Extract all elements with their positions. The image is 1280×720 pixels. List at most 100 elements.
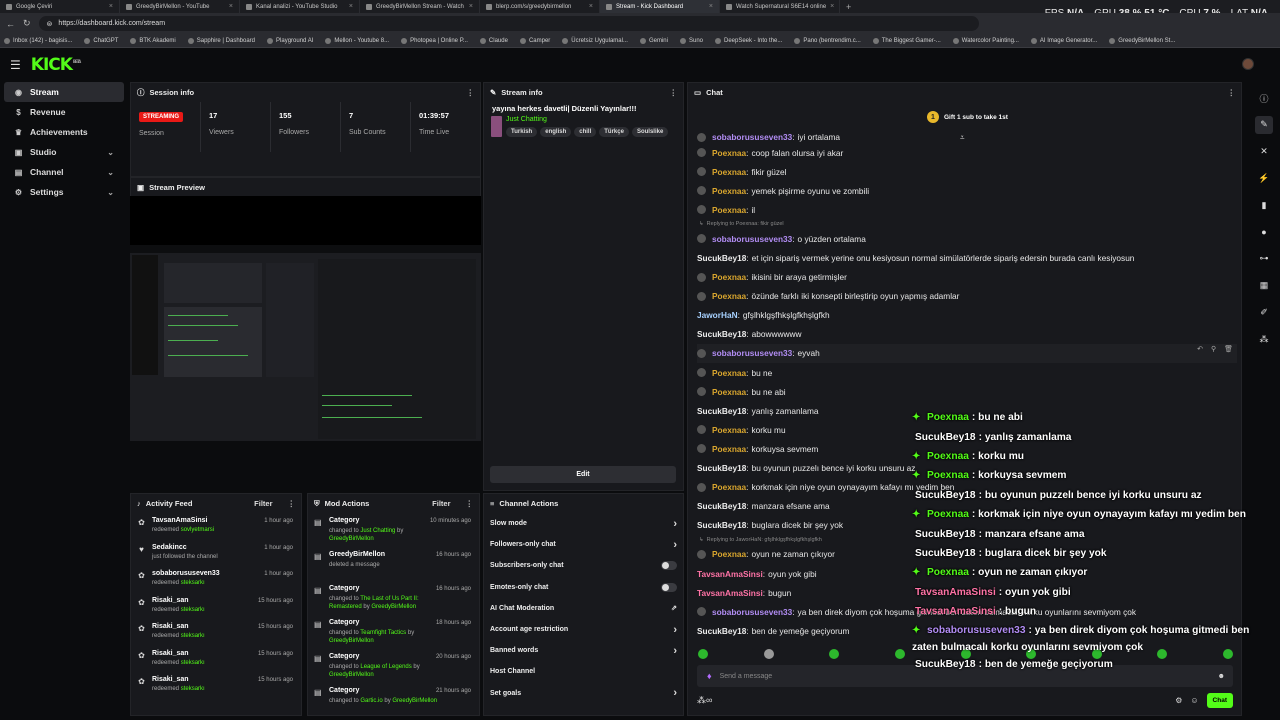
channel-action-banned-words[interactable]: Banned words › xyxy=(484,640,683,661)
chat-message[interactable]: Poexnaa: yemek pişirme oyunu ve zombili xyxy=(697,181,1237,200)
points-icon[interactable]: ⁂∞ xyxy=(697,695,712,706)
chat-username[interactable]: Poexnaa xyxy=(712,291,746,301)
chat-username[interactable]: Poexnaa xyxy=(712,444,746,454)
username[interactable]: TavsanAmaSinsi xyxy=(152,517,214,524)
bookmark-item[interactable]: Ücretsiz Uygulamal... xyxy=(562,37,628,44)
emote-icon[interactable] xyxy=(829,649,840,659)
chat-message[interactable]: Poexnaa: özünde farklı iki konsepti birle… xyxy=(697,287,1237,306)
back-icon[interactable]: ← xyxy=(6,19,15,29)
bookmark-item[interactable]: Playground AI xyxy=(267,37,313,44)
close-icon[interactable]: × xyxy=(589,3,593,10)
chat-username[interactable]: Poexnaa xyxy=(712,186,746,196)
more-icon[interactable]: ⋮ xyxy=(467,88,475,97)
username[interactable]: Risaki_san xyxy=(152,676,205,683)
moderator-name[interactable]: GreedyBirMellon xyxy=(392,698,437,704)
reload-icon[interactable]: ↻ xyxy=(23,18,31,29)
sidebar-item-achievements[interactable]: ♛ Achievements xyxy=(4,122,124,142)
share-icon[interactable]: ⁂ xyxy=(1255,330,1273,348)
chat-username[interactable]: Poexnaa xyxy=(712,205,746,215)
username[interactable]: sobaborususeven33 xyxy=(152,570,220,577)
calendar-icon[interactable]: ▦ xyxy=(1255,277,1273,295)
chat-message[interactable]: sobaborususeven33: eyvah xyxy=(697,343,1237,364)
chat-bubble-icon[interactable]: ● xyxy=(1255,223,1273,241)
category-name[interactable]: Just Chatting xyxy=(360,528,395,534)
more-icon[interactable]: ⋮ xyxy=(1228,88,1236,97)
chat-username[interactable]: TavsanAmaSinsi xyxy=(697,588,763,598)
close-icon[interactable]: × xyxy=(830,3,834,10)
toggle-switch[interactable] xyxy=(661,561,677,571)
bookmark-item[interactable]: Claude xyxy=(479,37,508,44)
chat-username[interactable]: Poexnaa xyxy=(712,387,746,397)
toggle-switch[interactable] xyxy=(661,582,677,592)
clipboard-icon[interactable]: ▮ xyxy=(1255,196,1273,214)
username[interactable]: Sedakincc xyxy=(152,544,218,551)
moderator-name[interactable]: GreedyBirMellon xyxy=(371,604,416,610)
reply-icon[interactable]: ↶ xyxy=(1197,345,1203,353)
layout-icon[interactable]: ✕ xyxy=(1255,143,1273,161)
bookmark-item[interactable]: ChatGPT xyxy=(84,37,118,44)
stream-tag[interactable]: Türkçe xyxy=(599,127,629,137)
username[interactable]: Risaki_san xyxy=(152,650,205,657)
browser-tab[interactable]: Stream - Kick Dashboard × xyxy=(600,0,720,13)
close-icon[interactable]: × xyxy=(709,3,713,10)
bookmark-item[interactable]: Suno xyxy=(679,37,703,44)
chat-username[interactable]: Poexnaa xyxy=(712,549,746,559)
chat-identity-icon[interactable]: ♦ xyxy=(707,671,712,681)
chat-message[interactable]: Poexnaa: bu ne abi xyxy=(697,382,1237,401)
close-icon[interactable]: × xyxy=(109,3,113,10)
chat-username[interactable]: Poexnaa xyxy=(712,425,746,435)
bookmark-item[interactable]: Inbox (142) - bagisis... xyxy=(4,37,72,44)
close-icon[interactable]: × xyxy=(349,3,353,10)
chat-message[interactable]: JaworHaN: gfşlhklgşfhkşlgfkhşlgfkh xyxy=(697,306,1237,325)
close-icon[interactable]: × xyxy=(469,3,473,10)
chat-username[interactable]: Poexnaa xyxy=(712,272,746,282)
stream-tag[interactable]: english xyxy=(540,127,572,137)
site-info-icon[interactable]: ⊜ xyxy=(47,20,53,28)
emote-icon[interactable] xyxy=(698,649,708,659)
bookmark-item[interactable]: BTK Akademi xyxy=(130,37,176,44)
chat-message[interactable]: SucukBey18: abowwwwww xyxy=(697,325,1237,344)
channel-action-subscribers-only-chat[interactable]: Subscribers-only chat xyxy=(484,555,683,576)
bookmark-item[interactable]: Camper xyxy=(519,37,550,44)
sidebar-item-settings[interactable]: ⚙ Settings ⌄ xyxy=(4,182,124,202)
channel-action-slow-mode[interactable]: Slow mode › xyxy=(484,513,683,534)
chat-username[interactable]: Poexnaa xyxy=(712,167,746,177)
bookmark-item[interactable]: Mellon - Youtube 8... xyxy=(325,37,389,44)
category-name[interactable]: League of Legends xyxy=(360,664,411,670)
channel-action-host-channel[interactable]: Host Channel xyxy=(484,661,683,682)
chat-username[interactable]: sobaborususeven33 xyxy=(712,348,792,358)
gift-sub-banner[interactable]: 1 Gift 1 sub to take 1st xyxy=(927,111,1008,123)
channel-action-followers-only-chat[interactable]: Followers-only chat › xyxy=(484,534,683,555)
emote-icon[interactable] xyxy=(894,649,905,659)
sidebar-item-studio[interactable]: ▣ Studio ⌄ xyxy=(4,142,124,162)
browser-tab[interactable]: Google Çeviri × xyxy=(0,0,120,13)
username[interactable]: Risaki_san xyxy=(152,623,205,630)
emote-icon[interactable] xyxy=(763,649,774,659)
lightning-icon[interactable]: ⚡ xyxy=(1255,169,1273,187)
chat-username[interactable]: SucukBey18 xyxy=(697,253,746,263)
stream-tag[interactable]: chill xyxy=(574,127,597,137)
category-link[interactable]: Just Chatting xyxy=(506,116,676,123)
chat-username[interactable]: sobaborususeven33 xyxy=(712,132,792,142)
stream-preview-video[interactable] xyxy=(130,196,481,441)
browser-tab[interactable]: Watch Supernatural S6E14 online × xyxy=(720,0,840,13)
moderator-name[interactable]: GreedyBirMellon xyxy=(329,536,374,542)
channel-action-account-age-restriction[interactable]: Account age restriction › xyxy=(484,619,683,640)
stream-tag[interactable]: Soulslike xyxy=(631,127,669,137)
send-chat-button[interactable]: Chat xyxy=(1206,692,1233,708)
chat-username[interactable]: sobaborususeven33 xyxy=(712,607,792,617)
url-input[interactable]: ⊜ https://dashboard.kick.com/stream xyxy=(38,16,979,31)
chat-username[interactable]: Poexnaa xyxy=(712,148,746,158)
browser-tab[interactable]: Kanal analizi - YouTube Studio × xyxy=(240,0,360,13)
stream-tag[interactable]: Turkish xyxy=(506,127,538,137)
kick-logo[interactable]: KICKBETA xyxy=(31,55,81,75)
browser-tab[interactable]: GreedyBirMellon - YouTube × xyxy=(120,0,240,13)
menu-icon[interactable]: ☰ xyxy=(10,58,21,72)
sidebar-item-revenue[interactable]: $ Revenue xyxy=(4,102,124,122)
more-icon[interactable]: ⋮ xyxy=(670,88,678,97)
bookmark-item[interactable]: Gemini xyxy=(639,37,668,44)
close-icon[interactable]: × xyxy=(229,3,233,10)
chat-username[interactable]: SucukBey18 xyxy=(697,329,746,339)
chat-username[interactable]: sobaborususeven33 xyxy=(712,234,792,244)
chat-message[interactable]: Poexnaa: ikisini bir araya getirmişler xyxy=(697,268,1237,287)
